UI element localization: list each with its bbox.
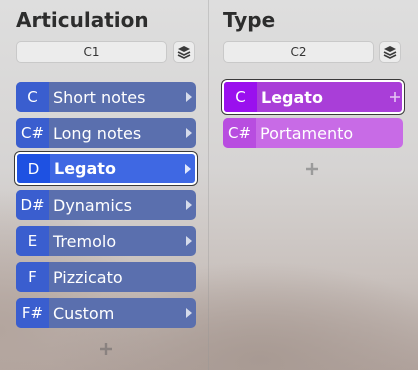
slot-key: C [16,82,49,112]
slot-label: Portamento [260,123,354,143]
plus-icon[interactable] [388,82,402,112]
articulation-slot-legato[interactable]: D Legato [15,152,197,185]
slot-key: D# [16,190,49,220]
slot-label: Short notes [53,87,146,107]
slot-label: Legato [54,159,116,178]
type-heading: Type [223,8,276,32]
articulation-slot-long-notes[interactable]: C# Long notes [16,118,196,148]
slot-key: D [17,154,50,183]
slot-key: C# [223,118,256,148]
layers-icon [383,46,397,59]
type-panel: Type C2 C Legato C# Portamento [209,0,418,370]
type-selector[interactable]: C2 [223,41,374,63]
slot-key: C [224,82,257,112]
articulation-layers-button[interactable] [173,41,195,63]
slot-label: Custom [53,303,115,323]
slot-key: F [16,262,49,292]
slot-key: C# [16,118,49,148]
add-articulation-plus-icon[interactable] [99,342,113,356]
layers-icon [177,46,191,59]
chevron-right-icon[interactable] [181,154,195,183]
chevron-right-icon[interactable] [182,298,196,328]
slot-label: Legato [261,87,323,107]
articulation-panel: Articulation C1 C Short notes C# Long no… [0,0,208,370]
slot-label: Long notes [53,123,142,143]
articulation-slot-dynamics[interactable]: D# Dynamics [16,190,196,220]
chevron-right-icon[interactable] [182,118,196,148]
articulation-heading: Articulation [16,8,149,32]
chevron-right-icon[interactable] [182,190,196,220]
articulation-slot-pizzicato[interactable]: F Pizzicato [16,262,196,292]
articulation-slot-short-notes[interactable]: C Short notes [16,82,196,112]
type-layers-button[interactable] [379,41,401,63]
add-type-plus-icon[interactable] [305,162,319,176]
chevron-right-icon[interactable] [182,226,196,256]
chevron-right-icon[interactable] [182,82,196,112]
type-slot-portamento[interactable]: C# Portamento [223,118,403,148]
slot-label: Pizzicato [53,267,123,287]
type-slot-legato[interactable]: C Legato [222,80,404,114]
articulation-slot-tremolo[interactable]: E Tremolo [16,226,196,256]
articulation-selector[interactable]: C1 [16,41,167,63]
slot-label: Tremolo [53,231,117,251]
slot-key: E [16,226,49,256]
slot-key: F# [16,298,49,328]
articulation-slot-custom[interactable]: F# Custom [16,298,196,328]
slot-label: Dynamics [53,195,132,215]
